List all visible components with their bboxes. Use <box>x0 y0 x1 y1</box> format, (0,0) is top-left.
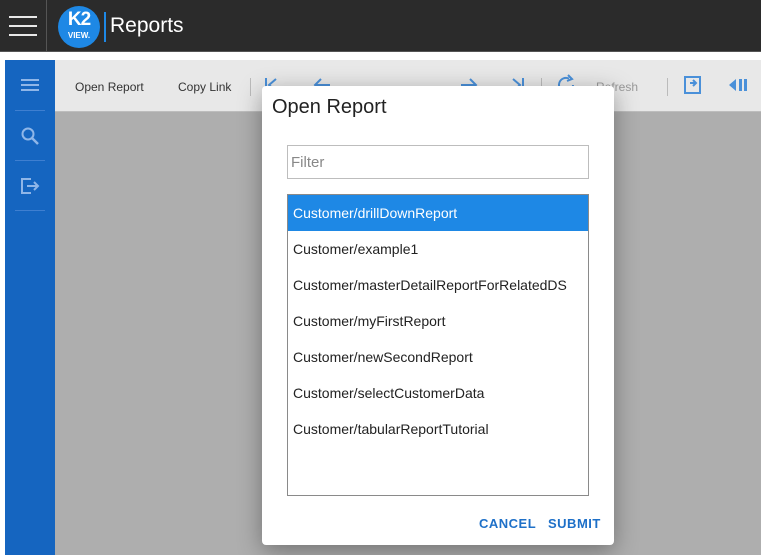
hamburger-line <box>9 34 37 36</box>
sidenav-separator <box>15 210 45 211</box>
main-menu-button[interactable] <box>0 0 47 52</box>
collapse-panel-icon[interactable] <box>725 74 751 96</box>
hamburger-line <box>9 25 37 27</box>
report-list-item[interactable]: Customer/newSecondReport <box>288 339 588 375</box>
search-icon <box>21 127 39 145</box>
sidenav-exit-button[interactable] <box>5 166 55 206</box>
sidenav-search-button[interactable] <box>5 116 55 156</box>
report-list-item[interactable]: Customer/example1 <box>288 231 588 267</box>
top-bar: K2 VIEW. Reports <box>0 0 761 52</box>
report-list[interactable]: Customer/drillDownReport Customer/example… <box>287 194 589 496</box>
hamburger-line <box>9 16 37 18</box>
app-title: Reports <box>110 14 184 37</box>
toolbar-separator <box>667 78 668 96</box>
open-report-dialog: Open Report Customer/drillDownReportCust… <box>262 86 614 545</box>
logo-text: K2 <box>67 9 91 30</box>
cancel-button[interactable]: CANCEL <box>479 516 536 531</box>
sidenav-separator <box>15 110 45 111</box>
sidenav-menu-button[interactable] <box>5 65 55 105</box>
logo-subtext: VIEW. <box>67 31 91 40</box>
dialog-title: Open Report <box>272 96 387 118</box>
submit-button[interactable]: SUBMIT <box>548 516 601 531</box>
report-list-item[interactable]: Customer/masterDetailReportForRelatedDS <box>288 267 588 303</box>
copy-link-button[interactable]: Copy Link <box>178 80 231 94</box>
report-list-item[interactable]: Customer/myFirstReport <box>288 303 588 339</box>
side-nav <box>5 60 55 555</box>
menu-icon <box>21 79 39 91</box>
export-icon[interactable] <box>681 74 705 96</box>
open-report-button[interactable]: Open Report <box>75 80 144 94</box>
report-list-item[interactable]: Customer/drillDownReport <box>288 195 588 231</box>
sidenav-separator <box>15 160 45 161</box>
k2view-logo: K2 VIEW. <box>58 6 100 48</box>
report-list-item[interactable]: Customer/selectCustomerData <box>288 375 588 411</box>
report-list-item[interactable]: Customer/tabularReportTutorial <box>288 411 588 447</box>
exit-icon <box>21 178 40 194</box>
logo-divider <box>104 12 106 42</box>
filter-input[interactable] <box>287 145 589 179</box>
toolbar-separator <box>250 78 251 96</box>
